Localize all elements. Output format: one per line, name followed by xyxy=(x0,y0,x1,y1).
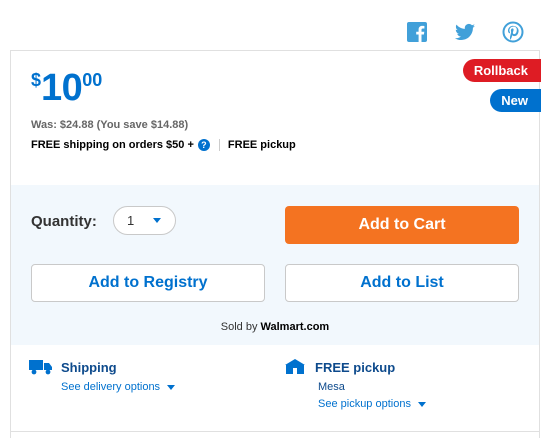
sold-by: Sold by Walmart.com xyxy=(11,321,539,333)
free-pickup-text: FREE pickup xyxy=(227,139,296,151)
price-dollars: 10 xyxy=(41,67,83,109)
help-icon[interactable]: ? xyxy=(197,139,210,151)
free-shipping-text: FREE shipping on orders $50 + xyxy=(31,139,194,151)
new-badge: New xyxy=(490,89,541,112)
product-buy-box: $1000 Rollback New Was: $24.88 (You save… xyxy=(10,50,541,438)
rollback-badge: Rollback xyxy=(462,59,541,82)
pinterest-icon[interactable] xyxy=(501,20,525,44)
store-icon xyxy=(285,359,305,374)
divider xyxy=(11,431,539,432)
facebook-icon[interactable] xyxy=(405,20,429,44)
sold-by-prefix: Sold by xyxy=(220,321,261,333)
price-currency: $ xyxy=(31,70,42,90)
free-pickup-title: FREE pickup xyxy=(315,360,396,375)
add-to-registry-button[interactable]: Add to Registry xyxy=(31,264,265,302)
price: $1000 xyxy=(31,69,102,107)
purchase-panel: Quantity: 1 Add to Cart Add to Registry … xyxy=(11,185,539,345)
shipping-title: Shipping xyxy=(61,360,117,375)
pickup-store-name: Mesa xyxy=(318,381,345,393)
add-to-list-label: Add to List xyxy=(360,274,444,291)
quantity-select[interactable]: 1 xyxy=(113,206,176,235)
divider xyxy=(218,139,220,151)
see-delivery-options-link[interactable]: See delivery options xyxy=(61,381,176,393)
add-to-registry-label: Add to Registry xyxy=(88,274,208,291)
add-to-cart-button[interactable]: Add to Cart xyxy=(285,206,519,244)
truck-icon xyxy=(29,360,52,375)
see-pickup-options-link[interactable]: See pickup options xyxy=(318,398,426,410)
price-cents: 00 xyxy=(82,70,103,90)
quantity-label: Quantity: xyxy=(31,213,97,230)
chevron-down-icon xyxy=(153,218,161,223)
quantity-value: 1 xyxy=(127,213,135,228)
shipping-summary: FREE shipping on orders $50 + ? FREE pic… xyxy=(31,139,296,151)
seller-name: Walmart.com xyxy=(260,321,330,333)
chevron-down-icon xyxy=(417,401,426,407)
chevron-down-icon xyxy=(167,384,176,390)
see-delivery-options-label: See delivery options xyxy=(61,381,161,393)
see-pickup-options-label: See pickup options xyxy=(318,398,411,410)
social-share-bar xyxy=(0,20,554,46)
was-price: Was: $24.88 (You save $14.88) xyxy=(31,119,189,131)
twitter-icon[interactable] xyxy=(453,20,477,44)
add-to-list-button[interactable]: Add to List xyxy=(285,264,519,302)
